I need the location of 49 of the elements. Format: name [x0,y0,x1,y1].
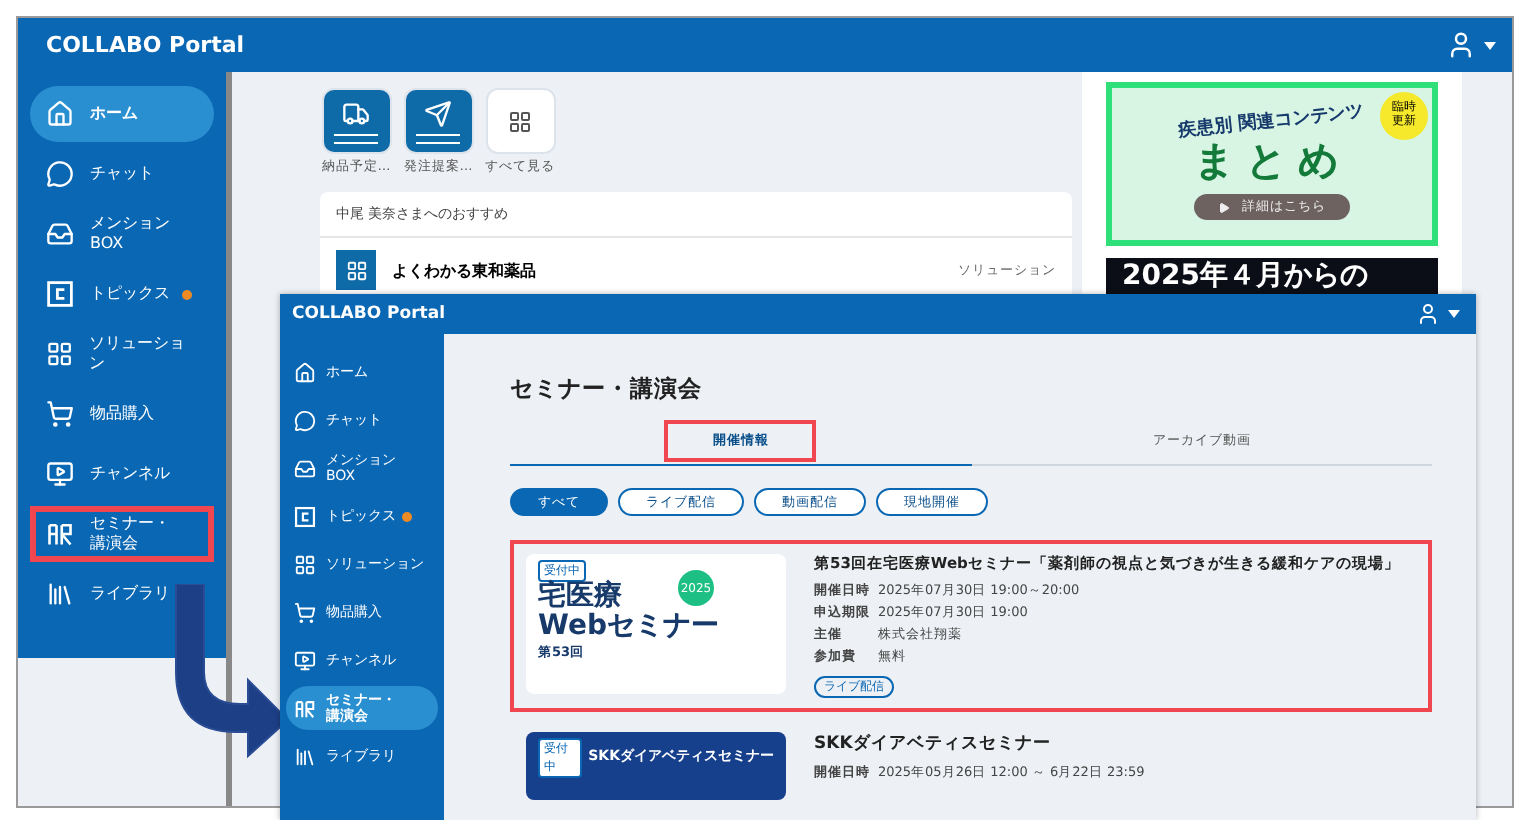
caret-icon[interactable] [1484,41,1496,49]
c-square-icon [46,280,74,308]
chat-bubble-icon [46,160,74,188]
dark-banner[interactable]: 2025年４月からの [1106,258,1438,294]
thumbnail-heading: 宅医療 [538,582,622,612]
monitor-icon [294,649,316,671]
home-icon [46,100,74,128]
recommend-title[interactable]: よくわかる東和薬品 [392,259,942,281]
chat-bubble-icon [294,409,316,431]
user-icon[interactable] [1446,30,1476,60]
logo-mark [334,133,378,143]
c-square-icon [294,505,316,527]
sidebar-item[interactable]: トピックス [30,266,214,322]
app-tile[interactable] [403,88,473,154]
grid-tile-icon [336,250,376,290]
library-icon [294,745,316,767]
app-tile[interactable] [321,88,391,154]
grid-icon [294,553,316,575]
seminar-icon [46,520,74,548]
grid-icon [508,109,532,133]
home-icon [294,361,316,383]
sidebar-item[interactable]: ソリューション [30,326,214,382]
cart-icon [294,601,316,623]
sidebar-item[interactable]: メンション BOX [30,206,214,262]
inbox-icon [294,457,316,479]
app-title: COLLABO Portal [46,32,245,58]
truck-icon [342,99,370,127]
library-icon [46,580,74,608]
caret-icon[interactable] [1448,310,1460,318]
grid-icon [46,340,74,368]
seminar-title[interactable]: SKKダイアベティスセミナー [814,732,1416,756]
sidebar-item[interactable]: チャンネル [30,446,214,502]
sidebar-item[interactable]: セミナー・講演会 [30,506,214,562]
sidebar-item[interactable]: 物品購入 [30,386,214,442]
sidebar-item[interactable]: ライブラリ [30,566,214,622]
seminar-icon [294,697,316,719]
page-title: セミナー・講演会 [510,374,704,404]
inbox-icon [46,220,74,248]
play-icon [1218,201,1230,213]
thumbnail-heading: Webセミナー [538,612,719,644]
app-title: COLLABO Portal [292,304,446,324]
monitor-icon [46,460,74,488]
cart-icon [46,400,74,428]
paper-plane-icon [424,99,452,127]
sidebar-item[interactable]: チャット [30,146,214,202]
sidebar-item[interactable]: ホーム [30,86,214,142]
logo-mark [416,133,460,143]
app-tile[interactable] [485,88,555,154]
user-icon[interactable] [1416,302,1440,326]
